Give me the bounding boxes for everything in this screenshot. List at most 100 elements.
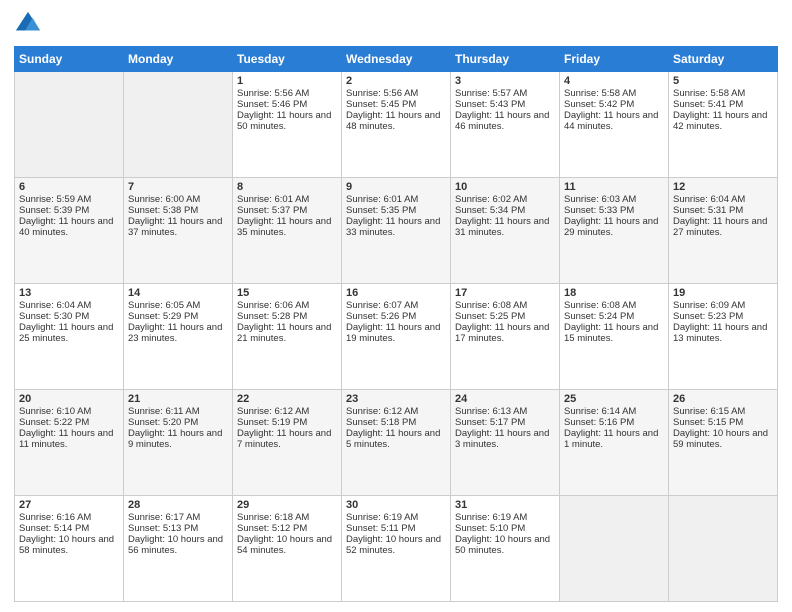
- calendar-cell: 2Sunrise: 5:56 AMSunset: 5:45 PMDaylight…: [342, 72, 451, 178]
- day-info: Daylight: 10 hours and 59 minutes.: [673, 428, 773, 450]
- calendar-cell: 11Sunrise: 6:03 AMSunset: 5:33 PMDayligh…: [560, 178, 669, 284]
- day-info: Sunset: 5:13 PM: [128, 523, 228, 534]
- day-info: Sunrise: 5:59 AM: [19, 194, 119, 205]
- day-info: Daylight: 11 hours and 37 minutes.: [128, 216, 228, 238]
- calendar-cell: 8Sunrise: 6:01 AMSunset: 5:37 PMDaylight…: [233, 178, 342, 284]
- day-info: Daylight: 10 hours and 54 minutes.: [237, 534, 337, 556]
- calendar-cell: 5Sunrise: 5:58 AMSunset: 5:41 PMDaylight…: [669, 72, 778, 178]
- day-info: Daylight: 10 hours and 58 minutes.: [19, 534, 119, 556]
- day-info: Sunset: 5:45 PM: [346, 99, 446, 110]
- day-info: Daylight: 11 hours and 44 minutes.: [564, 110, 664, 132]
- day-info: Sunset: 5:33 PM: [564, 205, 664, 216]
- day-info: Daylight: 11 hours and 1 minute.: [564, 428, 664, 450]
- day-info: Daylight: 11 hours and 25 minutes.: [19, 322, 119, 344]
- day-number: 18: [564, 287, 664, 299]
- day-number: 4: [564, 75, 664, 87]
- day-info: Daylight: 11 hours and 27 minutes.: [673, 216, 773, 238]
- day-number: 14: [128, 287, 228, 299]
- day-info: Sunrise: 6:11 AM: [128, 406, 228, 417]
- day-info: Sunset: 5:37 PM: [237, 205, 337, 216]
- day-number: 9: [346, 181, 446, 193]
- day-info: Sunrise: 6:12 AM: [237, 406, 337, 417]
- calendar-cell: 22Sunrise: 6:12 AMSunset: 5:19 PMDayligh…: [233, 390, 342, 496]
- calendar-cell: [560, 496, 669, 602]
- day-number: 28: [128, 499, 228, 511]
- day-info: Daylight: 11 hours and 46 minutes.: [455, 110, 555, 132]
- day-info: Sunrise: 6:04 AM: [19, 300, 119, 311]
- calendar-week-4: 20Sunrise: 6:10 AMSunset: 5:22 PMDayligh…: [15, 390, 778, 496]
- calendar-cell: 28Sunrise: 6:17 AMSunset: 5:13 PMDayligh…: [124, 496, 233, 602]
- day-info: Sunrise: 6:01 AM: [346, 194, 446, 205]
- day-info: Sunrise: 6:12 AM: [346, 406, 446, 417]
- calendar-cell: [124, 72, 233, 178]
- day-info: Daylight: 11 hours and 48 minutes.: [346, 110, 446, 132]
- calendar-cell: 12Sunrise: 6:04 AMSunset: 5:31 PMDayligh…: [669, 178, 778, 284]
- calendar-cell: 26Sunrise: 6:15 AMSunset: 5:15 PMDayligh…: [669, 390, 778, 496]
- day-info: Daylight: 11 hours and 42 minutes.: [673, 110, 773, 132]
- day-info: Daylight: 11 hours and 3 minutes.: [455, 428, 555, 450]
- day-number: 10: [455, 181, 555, 193]
- day-info: Daylight: 10 hours and 50 minutes.: [455, 534, 555, 556]
- day-info: Sunrise: 6:17 AM: [128, 512, 228, 523]
- day-info: Daylight: 11 hours and 17 minutes.: [455, 322, 555, 344]
- day-number: 12: [673, 181, 773, 193]
- day-number: 26: [673, 393, 773, 405]
- day-number: 23: [346, 393, 446, 405]
- calendar-cell: 3Sunrise: 5:57 AMSunset: 5:43 PMDaylight…: [451, 72, 560, 178]
- day-info: Sunrise: 6:00 AM: [128, 194, 228, 205]
- day-info: Sunset: 5:20 PM: [128, 417, 228, 428]
- day-info: Sunset: 5:25 PM: [455, 311, 555, 322]
- day-info: Sunrise: 6:07 AM: [346, 300, 446, 311]
- day-number: 11: [564, 181, 664, 193]
- day-info: Sunset: 5:18 PM: [346, 417, 446, 428]
- day-info: Daylight: 11 hours and 9 minutes.: [128, 428, 228, 450]
- calendar-cell: 4Sunrise: 5:58 AMSunset: 5:42 PMDaylight…: [560, 72, 669, 178]
- day-info: Sunset: 5:26 PM: [346, 311, 446, 322]
- day-info: Sunset: 5:29 PM: [128, 311, 228, 322]
- calendar-cell: 10Sunrise: 6:02 AMSunset: 5:34 PMDayligh…: [451, 178, 560, 284]
- day-number: 2: [346, 75, 446, 87]
- day-number: 16: [346, 287, 446, 299]
- calendar-cell: 19Sunrise: 6:09 AMSunset: 5:23 PMDayligh…: [669, 284, 778, 390]
- calendar-week-2: 6Sunrise: 5:59 AMSunset: 5:39 PMDaylight…: [15, 178, 778, 284]
- day-info: Daylight: 11 hours and 40 minutes.: [19, 216, 119, 238]
- day-info: Daylight: 11 hours and 35 minutes.: [237, 216, 337, 238]
- day-info: Sunset: 5:10 PM: [455, 523, 555, 534]
- day-number: 24: [455, 393, 555, 405]
- calendar-cell: 23Sunrise: 6:12 AMSunset: 5:18 PMDayligh…: [342, 390, 451, 496]
- calendar-cell: 30Sunrise: 6:19 AMSunset: 5:11 PMDayligh…: [342, 496, 451, 602]
- col-tuesday: Tuesday: [233, 47, 342, 72]
- calendar-header-row: Sunday Monday Tuesday Wednesday Thursday…: [15, 47, 778, 72]
- day-info: Daylight: 11 hours and 7 minutes.: [237, 428, 337, 450]
- day-info: Sunrise: 6:05 AM: [128, 300, 228, 311]
- day-info: Sunset: 5:30 PM: [19, 311, 119, 322]
- day-info: Daylight: 11 hours and 23 minutes.: [128, 322, 228, 344]
- day-number: 1: [237, 75, 337, 87]
- day-info: Daylight: 10 hours and 56 minutes.: [128, 534, 228, 556]
- day-info: Sunrise: 6:09 AM: [673, 300, 773, 311]
- calendar-cell: 25Sunrise: 6:14 AMSunset: 5:16 PMDayligh…: [560, 390, 669, 496]
- day-info: Sunset: 5:34 PM: [455, 205, 555, 216]
- day-number: 17: [455, 287, 555, 299]
- day-info: Daylight: 11 hours and 13 minutes.: [673, 322, 773, 344]
- day-info: Sunrise: 6:15 AM: [673, 406, 773, 417]
- calendar-cell: [669, 496, 778, 602]
- day-info: Daylight: 11 hours and 33 minutes.: [346, 216, 446, 238]
- day-info: Sunset: 5:24 PM: [564, 311, 664, 322]
- day-number: 3: [455, 75, 555, 87]
- day-info: Sunrise: 5:58 AM: [673, 88, 773, 99]
- day-info: Sunrise: 6:13 AM: [455, 406, 555, 417]
- day-info: Sunrise: 6:18 AM: [237, 512, 337, 523]
- day-info: Sunset: 5:28 PM: [237, 311, 337, 322]
- calendar-body: 1Sunrise: 5:56 AMSunset: 5:46 PMDaylight…: [15, 72, 778, 602]
- day-number: 19: [673, 287, 773, 299]
- calendar-cell: 18Sunrise: 6:08 AMSunset: 5:24 PMDayligh…: [560, 284, 669, 390]
- day-info: Sunset: 5:43 PM: [455, 99, 555, 110]
- col-thursday: Thursday: [451, 47, 560, 72]
- day-info: Sunset: 5:22 PM: [19, 417, 119, 428]
- day-info: Sunrise: 6:02 AM: [455, 194, 555, 205]
- day-info: Daylight: 11 hours and 50 minutes.: [237, 110, 337, 132]
- day-number: 31: [455, 499, 555, 511]
- calendar-table: Sunday Monday Tuesday Wednesday Thursday…: [14, 46, 778, 602]
- day-info: Sunset: 5:15 PM: [673, 417, 773, 428]
